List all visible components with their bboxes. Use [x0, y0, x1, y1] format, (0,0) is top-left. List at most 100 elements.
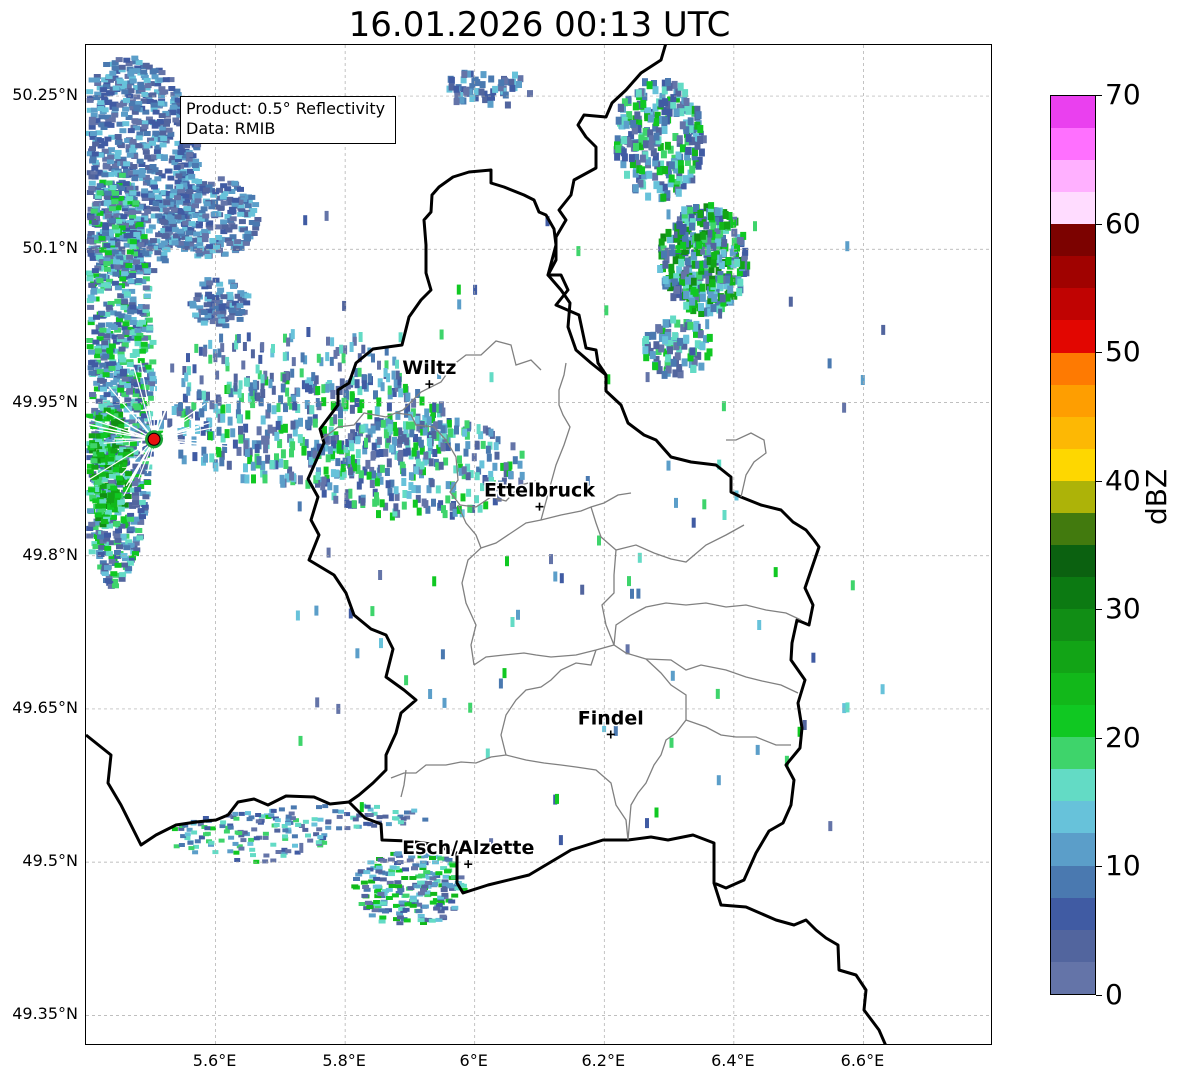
radar-echo-cell: [137, 85, 145, 90]
radar-echo-cell: [271, 344, 275, 353]
radar-echo-cell: [433, 906, 441, 911]
radar-echo-cell: [87, 304, 95, 310]
radar-echo-cell: [235, 311, 243, 316]
radar-echo-cell: [217, 176, 225, 182]
radar-echo-cell: [465, 441, 471, 450]
radar-echo-cell: [123, 97, 130, 103]
radar-echo-cell: [264, 435, 270, 445]
radar-echo-cell: [654, 807, 659, 818]
radar-echo-cell: [87, 215, 95, 221]
radar-echo-cell: [618, 103, 624, 112]
radar-echo-cell: [126, 254, 134, 260]
colorbar-segment: [1051, 897, 1095, 930]
radar-echo-cell: [95, 398, 103, 404]
radar-echo-cell: [454, 425, 459, 435]
radar-echo-cell: [132, 169, 140, 175]
radar-echo-cell: [245, 377, 250, 387]
radar-echo-cell: [108, 343, 116, 349]
radar-echo-cell: [96, 183, 104, 189]
radar-echo-cell: [327, 482, 333, 491]
radar-echo-cell: [220, 343, 225, 353]
colorbar-segment: [1051, 961, 1095, 994]
radar-echo-cell: [668, 161, 675, 170]
radar-echo-cell: [297, 475, 303, 485]
radar-echo-cell: [687, 206, 694, 215]
radar-echo-cell: [353, 877, 360, 881]
radar-echo-cell: [229, 216, 237, 222]
radar-echo-cell: [737, 237, 744, 245]
radar-echo-cell: [828, 821, 833, 832]
radar-echo-cell: [283, 460, 289, 469]
radar-echo-cell: [237, 211, 245, 217]
radar-echo-cell: [378, 449, 384, 457]
radar-echo-cell: [678, 165, 685, 174]
radar-echo-cell: [102, 353, 110, 359]
radar-echo-cell: [101, 172, 109, 178]
radar-echo-cell: [250, 461, 256, 471]
radar-echo-cell: [472, 76, 479, 84]
colorbar-segment: [1051, 544, 1095, 577]
radar-echo-cell: [97, 377, 105, 383]
radar-echo-cell: [285, 821, 291, 826]
radar-echo-cell: [737, 278, 744, 287]
radar-echo-cell: [435, 485, 441, 494]
radar-echo-cell: [401, 501, 407, 510]
lat-tick-label: 49.65°N: [12, 697, 78, 717]
radar-echo-cell: [347, 433, 353, 442]
radar-echo-cell: [683, 335, 690, 344]
radar-echo-cell: [234, 858, 241, 862]
radar-echo-cell: [442, 874, 450, 879]
radar-echo-cell: [321, 397, 327, 407]
radar-echo-cell: [121, 562, 128, 568]
radar-echo-cell: [508, 78, 515, 86]
radar-echo-cell: [271, 405, 277, 415]
radar-echo-cell: [361, 380, 367, 390]
colorbar-segment: [1051, 128, 1095, 161]
radar-echo-cell: [88, 487, 96, 493]
colorbar: [1050, 95, 1096, 995]
radar-echo-cell: [333, 485, 339, 494]
radar-echo-cell: [655, 324, 662, 333]
radar-echo-cell: [419, 396, 425, 406]
radar-echo-cell: [379, 638, 383, 649]
radar-echo-cell: [379, 877, 387, 882]
radar-echo-cell: [462, 428, 468, 437]
radar-echo-cell: [269, 460, 275, 469]
radar-echo-cell: [670, 315, 677, 324]
radar-echo-cell: [199, 408, 205, 418]
radar-echo-cell: [194, 193, 202, 199]
radar-echo-cell: [473, 284, 478, 295]
radar-echo-cell: [323, 466, 329, 475]
radar-echo-cell: [106, 347, 114, 353]
radar-echo-cell: [510, 442, 516, 451]
colorbar-segment: [1051, 737, 1095, 770]
radar-echo-cell: [243, 463, 248, 473]
radar-echo-cell: [209, 400, 215, 410]
radar-echo-cell: [227, 315, 235, 321]
radar-echo-cell: [223, 829, 230, 834]
radar-echo-cell: [255, 364, 260, 374]
radar-echo-cell: [643, 140, 649, 149]
radar-echo-cell: [297, 501, 302, 512]
radar-echo-cell: [126, 185, 134, 191]
radar-echo-cell: [842, 402, 847, 413]
radar-echo-cell: [220, 404, 226, 414]
radar-echo-cell: [89, 296, 97, 302]
radar-echo-cell: [476, 424, 481, 435]
radar-echo-cell: [134, 328, 142, 334]
radar-map[interactable]: Wiltz Ettelbruck Findel Esch/Alzette Produc…: [85, 44, 992, 1045]
colorbar-segment: [1051, 865, 1095, 898]
radar-echo-cell: [115, 475, 123, 481]
radar-echo-cell: [98, 322, 106, 328]
radar-echo-cell: [263, 853, 270, 858]
radar-echo-cell: [255, 813, 262, 817]
map-canvas: Wiltz Ettelbruck Findel Esch/Alzette: [86, 45, 991, 1044]
radar-echo-cell: [463, 88, 470, 96]
radar-echo-cell: [120, 368, 127, 374]
radar-echo-cell: [689, 222, 695, 231]
radar-echo-cell: [185, 230, 193, 236]
radar-echo-cell: [615, 144, 622, 153]
radar-echo-cell: [370, 606, 375, 617]
radar-echo-cell: [401, 434, 407, 443]
radar-echo-cell: [322, 804, 329, 809]
